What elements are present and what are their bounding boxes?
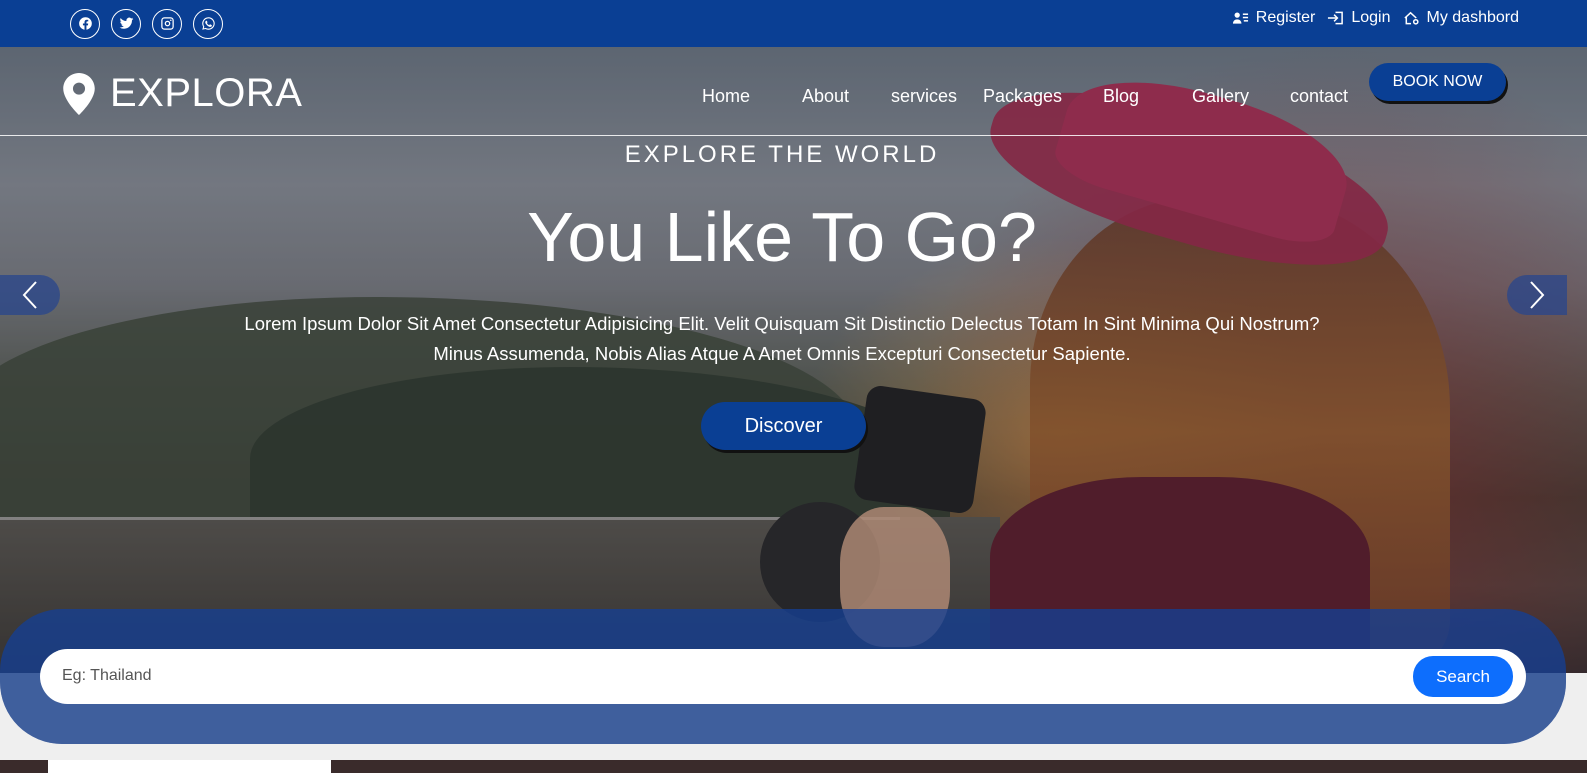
- chevron-right-icon: [1530, 281, 1545, 309]
- facebook-link[interactable]: [70, 8, 100, 39]
- login-link[interactable]: Login: [1327, 8, 1391, 27]
- map-pin-icon: [63, 72, 95, 115]
- register-label: Register: [1255, 8, 1316, 26]
- site-logo[interactable]: EXPLORA: [62, 71, 302, 116]
- search-input[interactable]: [62, 657, 1362, 695]
- instagram-icon: [160, 17, 174, 30]
- social-links: [70, 8, 223, 39]
- whatsapp-icon: [201, 17, 215, 30]
- carousel-prev-button[interactable]: [0, 275, 60, 315]
- nav-about[interactable]: About: [802, 86, 891, 107]
- hero-subtitle: EXPLORE THE WORLD: [624, 141, 940, 168]
- whatsapp-link[interactable]: [193, 8, 223, 39]
- nav-blog[interactable]: Blog: [1103, 86, 1192, 107]
- nav-contact[interactable]: contact: [1290, 86, 1348, 107]
- hero-banner: EXPLORA Home About services Packages Blo…: [0, 47, 1587, 673]
- facebook-icon: [78, 17, 92, 30]
- top-bar: Register Login My dashbord: [0, 0, 1587, 47]
- next-section-card-edge: [48, 760, 331, 773]
- register-link[interactable]: Register: [1232, 8, 1316, 27]
- hero-title: You Like To Go?: [527, 198, 1037, 276]
- dashboard-label: My dashbord: [1426, 8, 1520, 26]
- nav-gallery[interactable]: Gallery: [1192, 86, 1290, 107]
- account-links: Register Login My dashbord: [1232, 9, 1519, 27]
- house-gear-icon: [1403, 11, 1419, 25]
- nav-packages[interactable]: Packages: [983, 86, 1103, 107]
- nav-home[interactable]: Home: [702, 86, 802, 107]
- nav-links: Home About services Packages Blog Galler…: [700, 86, 1348, 107]
- user-list-icon: [1232, 12, 1248, 24]
- hero-description-line-1: Lorem Ipsum Dolor Sit Amet Consectetur A…: [244, 313, 1320, 334]
- nav-services[interactable]: services: [891, 86, 983, 107]
- twitter-icon: [119, 17, 133, 29]
- search-button[interactable]: Search: [1413, 656, 1513, 697]
- carousel-next-button[interactable]: [1507, 275, 1567, 315]
- twitter-link[interactable]: [111, 8, 141, 39]
- main-navbar: EXPLORA Home About services Packages Blo…: [0, 47, 1587, 136]
- login-icon: [1328, 11, 1344, 24]
- dashboard-link[interactable]: My dashbord: [1403, 8, 1520, 27]
- instagram-link[interactable]: [152, 8, 182, 39]
- discover-button[interactable]: Discover: [701, 402, 866, 450]
- book-now-button[interactable]: BOOK NOW: [1369, 63, 1506, 101]
- login-label: Login: [1351, 8, 1391, 26]
- hero-description: Lorem Ipsum Dolor Sit Amet Consectetur A…: [180, 309, 1384, 369]
- search-panel: Search: [0, 609, 1566, 744]
- hero-description-line-2: Minus Assumenda, Nobis Alias Atque A Ame…: [433, 343, 1131, 364]
- next-section-edge: [0, 760, 1587, 773]
- logo-text: EXPLORA: [110, 71, 303, 115]
- chevron-left-icon: [22, 281, 37, 309]
- search-bar: Search: [40, 649, 1526, 704]
